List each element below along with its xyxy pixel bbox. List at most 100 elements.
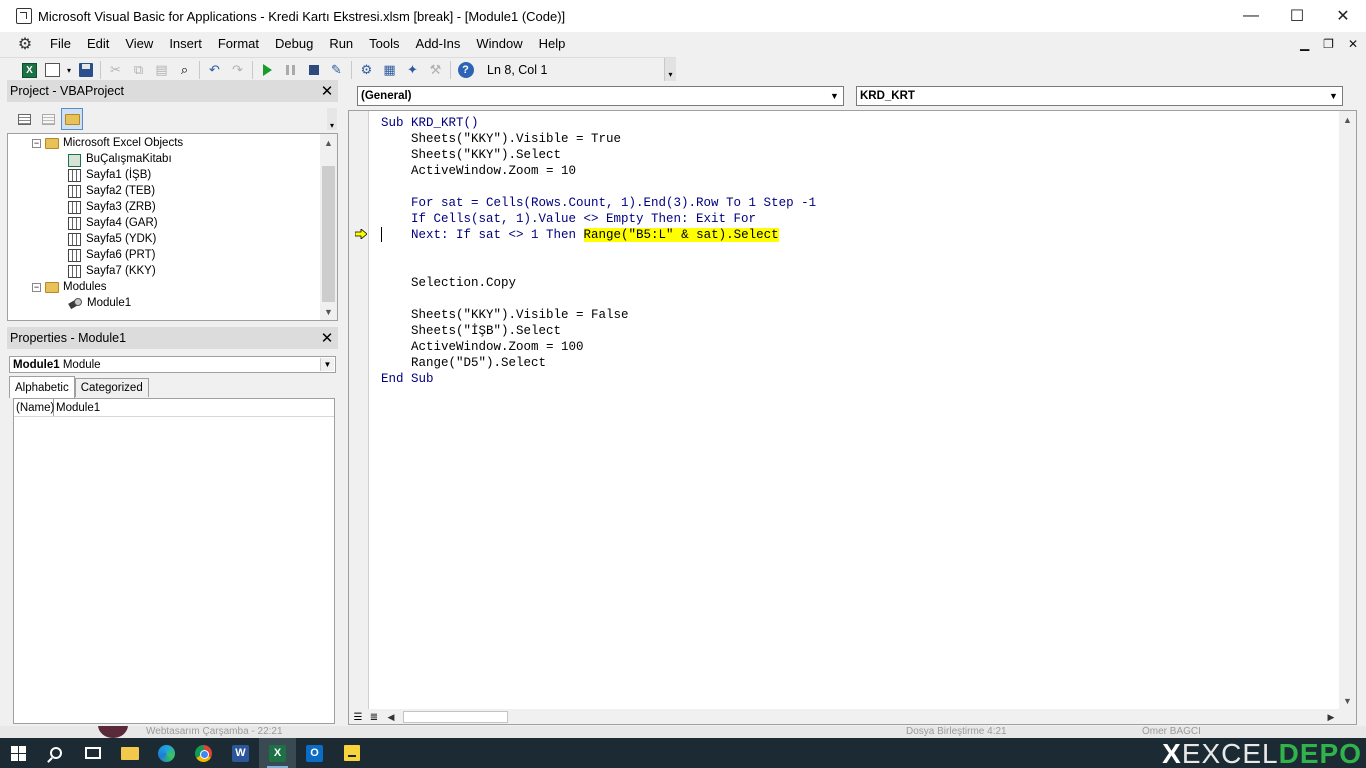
tab-categorized[interactable]: Categorized [74,378,149,397]
project-tree-scrollbar[interactable]: ▲ ▼ [320,134,337,320]
menu-edit[interactable]: Edit [79,32,117,56]
mdi-restore-button[interactable]: ❐ [1323,37,1334,51]
edge-button[interactable] [148,738,185,768]
help-button[interactable]: ? [454,59,477,81]
start-button[interactable] [0,738,37,768]
break-button[interactable] [279,59,302,81]
project-panel-close-button[interactable]: ✕ [318,82,336,100]
menu-view[interactable]: View [117,32,161,56]
menu-window[interactable]: Window [468,32,530,56]
view-code-button[interactable] [13,108,35,130]
copy-button[interactable]: ⧉ [127,59,150,81]
find-button[interactable]: ⌕ [173,59,196,81]
object-browser-button[interactable]: ✦ [401,59,424,81]
cursor-position: Ln 8, Col 1 [487,63,548,77]
scissors-icon: ✂ [110,62,121,77]
tree-item-workbook[interactable]: BuÇalışmaKitabı [68,151,172,167]
tree-item-sheet[interactable]: Sayfa6 (PRT) [68,247,155,263]
tree-item-sheet[interactable]: Sayfa7 (KKY) [68,263,156,279]
minimize-button[interactable]: — [1228,0,1274,32]
undo-button[interactable]: ↶ [203,59,226,81]
chrome-button[interactable] [185,738,222,768]
code-vertical-scrollbar[interactable]: ▲ ▼ [1339,111,1356,709]
project-explorer-button[interactable]: ⚙ [355,59,378,81]
save-button[interactable] [74,59,97,81]
properties-panel-close-button[interactable]: ✕ [318,329,336,347]
design-mode-button[interactable]: ✎ [325,59,348,81]
sticky-notes-button[interactable] [333,738,370,768]
view-object-button[interactable] [37,108,59,130]
scroll-down-icon[interactable]: ▼ [1339,692,1356,709]
binoculars-icon: ⌕ [180,62,189,77]
mdi-minimize-button[interactable]: ▁ [1300,37,1309,51]
outlook-button[interactable]: O [296,738,333,768]
property-row[interactable]: (Name) Module1 [14,399,334,417]
scrollbar-thumb[interactable] [322,166,335,302]
collapse-icon[interactable]: − [32,282,41,292]
scroll-up-icon[interactable]: ▲ [320,134,337,151]
tab-alphabetic[interactable]: Alphabetic [9,376,75,398]
avatar [98,726,128,738]
insert-dropdown-button[interactable]: ▾ [64,59,74,81]
menu-add-ins[interactable]: Add-Ins [408,32,469,56]
menu-insert[interactable]: Insert [161,32,210,56]
dropdown-arrow-icon[interactable]: ▼ [1326,88,1341,104]
close-button[interactable]: ✕ [1320,0,1366,32]
excel-button[interactable]: X [259,738,296,768]
tree-item-sheet[interactable]: Sayfa3 (ZRB) [68,199,156,215]
paste-button[interactable]: ▤ [150,59,173,81]
code-editor[interactable]: Sub KRD_KRT() Sheets("KKY").Visible = Tr… [348,110,1357,710]
margin-indicator-bar[interactable] [349,111,369,709]
properties-window-button[interactable]: ▦ [378,59,401,81]
toolbox-button[interactable]: ⚒ [424,59,447,81]
redo-button[interactable]: ↷ [226,59,249,81]
mdi-close-button[interactable]: ✕ [1348,37,1358,51]
property-value[interactable]: Module1 [54,399,100,416]
dropdown-arrow-icon[interactable]: ▼ [320,358,334,371]
menu-help[interactable]: Help [531,32,574,56]
toolbar-options-chevron-icon[interactable]: ▾ [664,58,676,81]
procedure-view-button[interactable]: ☰ [351,710,365,724]
search-button[interactable] [37,738,74,768]
menu-format[interactable]: Format [210,32,267,56]
tree-item-modules[interactable]: − Modules [32,279,106,295]
insert-module-button[interactable] [41,59,64,81]
task-view-button[interactable] [74,738,111,768]
code-window-icon[interactable]: ⚙ [14,34,36,54]
tree-item-excel-objects[interactable]: − Microsoft Excel Objects [32,135,183,151]
menu-debug[interactable]: Debug [267,32,321,56]
scroll-down-icon[interactable]: ▼ [320,303,337,320]
scroll-left-icon[interactable]: ◀ [383,709,399,725]
scroll-up-icon[interactable]: ▲ [1339,111,1356,128]
reset-button[interactable] [302,59,325,81]
menu-file[interactable]: File [42,32,79,56]
word-button[interactable]: W [222,738,259,768]
dropdown-arrow-icon[interactable]: ▼ [827,88,842,104]
code-line: End Sub [381,372,434,386]
procedure-combo[interactable]: KRD_KRT ▼ [856,86,1343,106]
tree-item-sheet[interactable]: Sayfa2 (TEB) [68,183,155,199]
project-toolbar-chevron-icon[interactable]: ▾ [327,108,337,130]
file-explorer-button[interactable] [111,738,148,768]
horizontal-scroll-thumb[interactable] [403,711,508,723]
tree-item-sheet[interactable]: Sayfa1 (İŞB) [68,167,151,183]
maximize-button[interactable]: ☐ [1274,0,1320,32]
object-combo[interactable]: (General) ▼ [357,86,844,106]
tree-item-sheet[interactable]: Sayfa5 (YDK) [68,231,156,247]
folder-icon [64,113,80,125]
scroll-right-icon[interactable]: ▶ [1323,709,1339,725]
object-selector[interactable]: Module1 Module ▼ [9,356,336,373]
menu-run[interactable]: Run [321,32,361,56]
full-module-view-button[interactable]: ≣ [367,710,381,724]
view-excel-button[interactable]: X [18,59,41,81]
paste-icon: ▤ [155,62,168,77]
cut-button[interactable]: ✂ [104,59,127,81]
menu-tools[interactable]: Tools [361,32,407,56]
run-button[interactable] [256,59,279,81]
tree-item-sheet[interactable]: Sayfa4 (GAR) [68,215,158,231]
peek-text-right: Ömer BAĞCI [1142,726,1201,737]
tree-item-module1[interactable]: Module1 [68,295,131,311]
toggle-folders-button[interactable] [61,108,83,130]
vba-app-icon [16,8,32,24]
collapse-icon[interactable]: − [32,138,41,148]
